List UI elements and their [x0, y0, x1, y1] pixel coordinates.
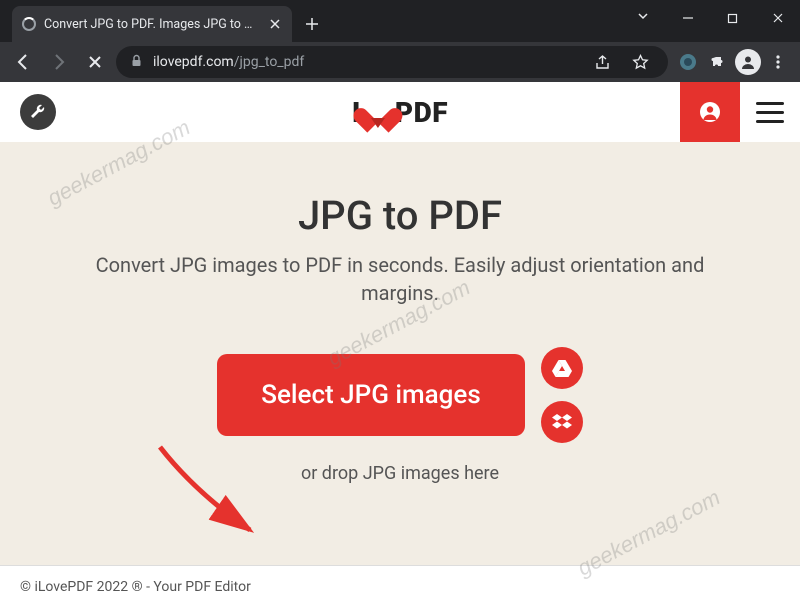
window-controls [665, 0, 800, 36]
new-tab-button[interactable] [298, 10, 326, 38]
tab-title: Convert JPG to PDF. Images JPG to PDF [44, 17, 260, 32]
account-button[interactable] [680, 82, 740, 142]
lock-icon [130, 54, 143, 71]
menu-button[interactable] [740, 82, 800, 142]
logo-text-right: PDF [395, 96, 448, 129]
heart-icon [363, 98, 393, 126]
profile-avatar-icon[interactable] [734, 48, 762, 76]
stop-reload-button[interactable] [80, 47, 110, 77]
footer-text: © iLovePDF 2022 ® - Your PDF Editor [20, 579, 251, 595]
url-text: ilovepdf.com/jpg_to_pdf [153, 54, 304, 70]
hamburger-icon [756, 102, 784, 123]
tools-badge-icon[interactable] [20, 94, 56, 130]
drop-hint-text: or drop JPG images here [20, 463, 780, 484]
forward-button[interactable] [44, 47, 74, 77]
browser-toolbar: ilovepdf.com/jpg_to_pdf [0, 42, 800, 82]
browser-menu-button[interactable] [764, 48, 792, 76]
tab-close-button[interactable] [268, 17, 282, 31]
google-drive-button[interactable] [541, 347, 583, 389]
tab-loading-spinner [22, 17, 36, 31]
back-button[interactable] [8, 47, 38, 77]
browser-tab[interactable]: Convert JPG to PDF. Images JPG to PDF [12, 6, 292, 42]
page-title: JPG to PDF [20, 192, 780, 239]
bookmark-star-icon[interactable] [626, 48, 654, 76]
site-footer: © iLovePDF 2022 ® - Your PDF Editor [0, 565, 800, 607]
extensions-puzzle-icon[interactable] [704, 48, 732, 76]
extension-icon[interactable] [674, 48, 702, 76]
page-subtitle: Convert JPG images to PDF in seconds. Ea… [80, 251, 720, 307]
annotation-arrow [155, 442, 275, 552]
dropbox-button[interactable] [541, 401, 583, 443]
main-content: JPG to PDF Convert JPG images to PDF in … [0, 142, 800, 607]
window-minimize-button[interactable] [665, 0, 710, 36]
window-maximize-button[interactable] [710, 0, 755, 36]
browser-titlebar: Convert JPG to PDF. Images JPG to PDF [0, 0, 800, 42]
address-bar[interactable]: ilovepdf.com/jpg_to_pdf [116, 46, 668, 78]
window-close-button[interactable] [755, 0, 800, 36]
site-header: I PDF [0, 82, 800, 142]
upload-area: Select JPG images [20, 347, 780, 443]
ilovepdf-logo[interactable]: I PDF [352, 96, 448, 129]
tab-search-button[interactable] [636, 8, 650, 27]
select-images-button[interactable]: Select JPG images [217, 354, 524, 436]
share-icon[interactable] [588, 48, 616, 76]
